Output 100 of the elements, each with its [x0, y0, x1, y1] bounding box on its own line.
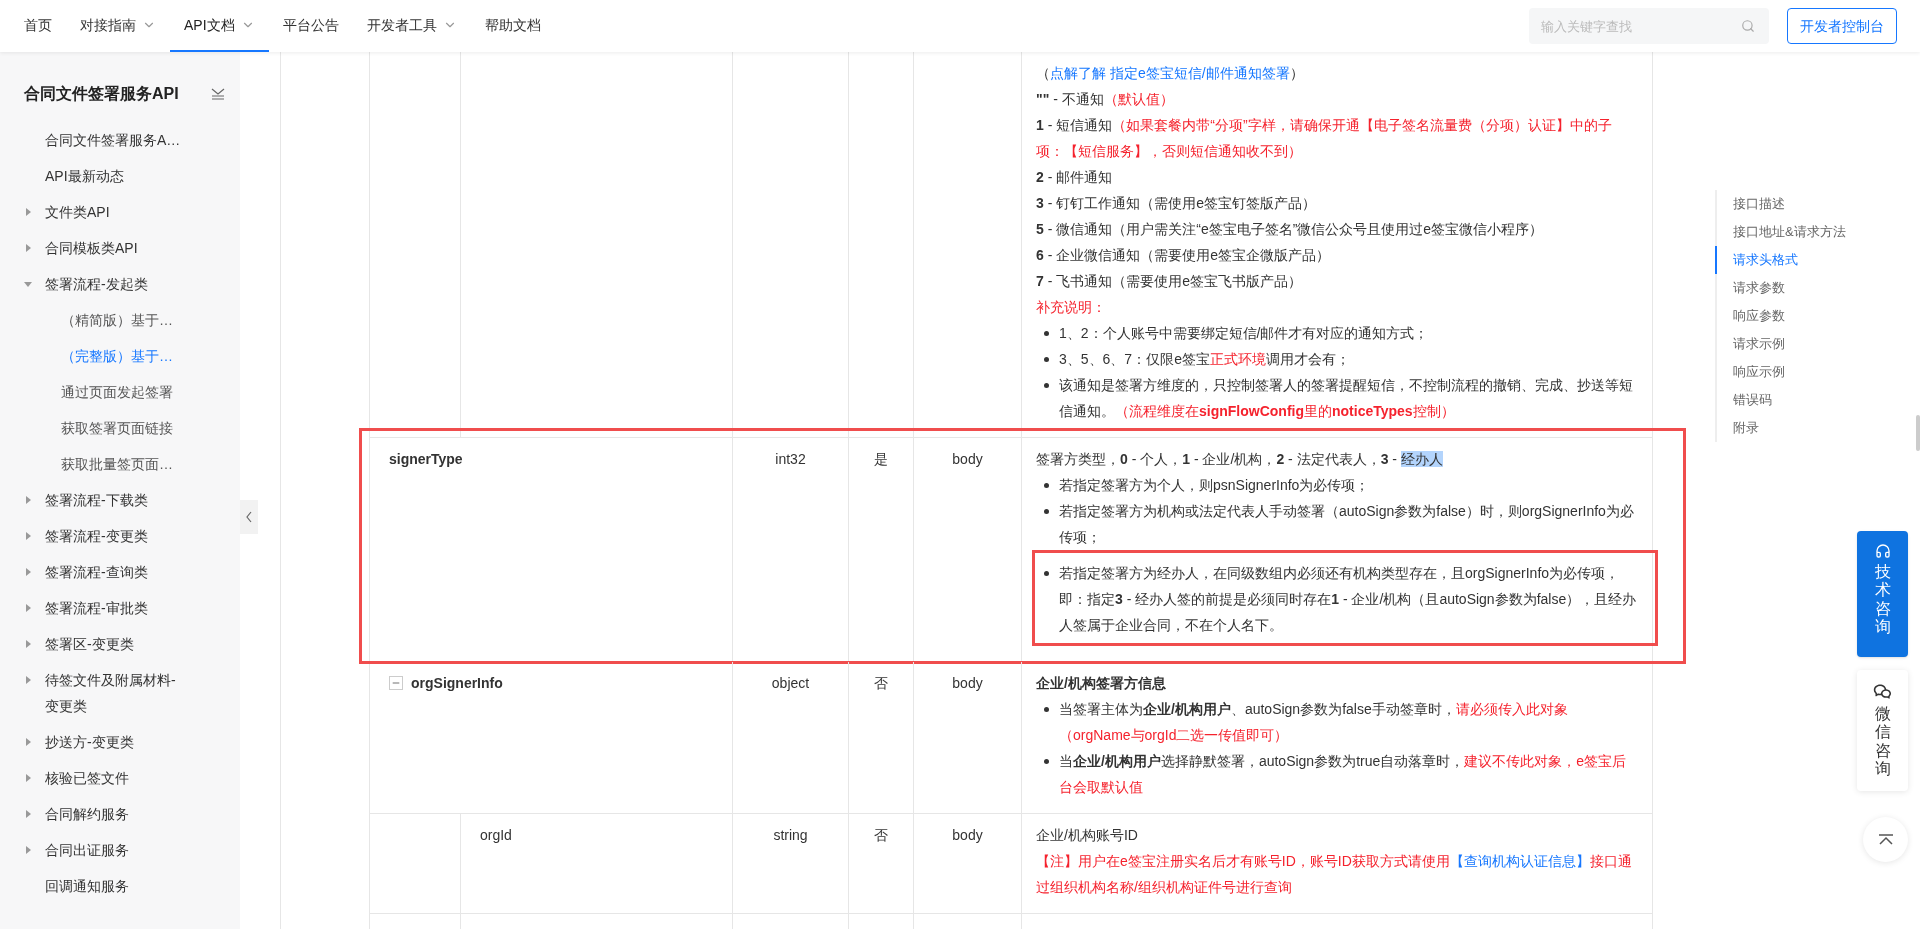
sidebar-item[interactable]: 获取签署页面链接	[61, 415, 173, 441]
bullet-icon	[1044, 331, 1049, 336]
description-text: 企业/机构签署方信息	[1036, 674, 1167, 693]
sidebar-item[interactable]: 待签文件及附属材料-变更类	[45, 667, 185, 719]
toc-link[interactable]: 请求头格式	[1715, 246, 1846, 274]
param-position: body	[952, 827, 983, 843]
toc-link[interactable]: 错误码	[1715, 386, 1846, 414]
nav-tab[interactable]: 帮助文档	[470, 0, 555, 52]
param-type: int32	[775, 451, 806, 467]
param-type: string	[773, 827, 808, 843]
bullet-icon	[1044, 357, 1049, 362]
nav-tab[interactable]: 平台公告	[268, 0, 353, 52]
bullet-icon	[1044, 383, 1049, 388]
param-type: object	[771, 675, 810, 691]
param-name: signerType	[389, 450, 463, 469]
list-item-text: 该通知是签署方维度的，只控制签署人的签署提醒短信，不控制流程的撤销、完成、抄送等短信通知。（流程维度在signFlowConfig里的noticeTypes控制）	[1059, 376, 1634, 421]
list-item-text: 若指定签署方为机构或法定代表人手动签署（autoSign参数为false）时，则orgSignerInfo为必传项；	[1059, 502, 1635, 547]
toc-link[interactable]: 附录	[1715, 414, 1846, 442]
list-item-text: 3、5、6、7：仅限e签宝正式环境调用才会有；	[1059, 350, 1351, 369]
caret-right-icon[interactable]	[24, 640, 32, 648]
toc-link[interactable]: 响应参数	[1715, 302, 1846, 330]
toc-link[interactable]: 请求参数	[1715, 274, 1846, 302]
link[interactable]: 【查询机构认证信息】	[1449, 853, 1590, 869]
bullet-icon	[1044, 759, 1049, 764]
caret-right-icon[interactable]	[24, 846, 32, 854]
back-to-top-button[interactable]	[1863, 817, 1908, 862]
caret-right-icon[interactable]	[24, 774, 32, 782]
search-icon	[1741, 19, 1755, 33]
caret-right-icon[interactable]	[24, 244, 32, 252]
sidebar-item[interactable]: 合同模板类API	[45, 235, 138, 261]
description-text: 5 - 微信通知（用户需关注“e签宝电子签名”微信公众号且使用过e签宝微信小程序）	[1036, 220, 1545, 239]
required-text: 否	[874, 827, 888, 843]
sidebar-item[interactable]: 签署流程-发起类	[45, 271, 148, 297]
description-text: 7 - 飞书通知（需要使用e签宝飞书版产品）	[1036, 272, 1304, 291]
caret-right-icon[interactable]	[24, 604, 32, 612]
toc-link[interactable]: 接口描述	[1715, 190, 1846, 218]
wechat-support-button[interactable]: 微信咨询	[1857, 670, 1908, 791]
sidebar-item[interactable]: （完整版）基于…	[61, 343, 173, 369]
sidebar-item[interactable]: 签署流程-变更类	[45, 523, 148, 549]
param-position: body	[952, 451, 983, 467]
description-text: 【注】用户在e签宝注册实名后才有账号ID，账号ID获取方式请使用【查询机构认证信息】接口通过组织机构名称/组织机构证件号进行查询	[1036, 852, 1633, 897]
description-text: 企业/机构账号ID	[1036, 826, 1139, 845]
sidebar-item[interactable]: 合同文件签署服务A…	[45, 127, 181, 153]
list-item-text: 当签署主体为企业/机构用户、autoSign参数为false手动签章时，请必须传入此对象（orgName与orgId二选一传值即可）	[1059, 700, 1569, 745]
required-text: 是	[874, 451, 888, 467]
description-text: 签署方类型，0 - 个人，1 - 企业/机构，2 - 法定代表人，3 - 经办人	[1036, 450, 1444, 469]
sidebar-item[interactable]: 签署流程-查询类	[45, 559, 148, 585]
tech-support-button[interactable]: 技术咨询	[1857, 531, 1908, 657]
collapse-all-icon[interactable]	[211, 88, 225, 100]
bullet-icon	[1044, 509, 1049, 514]
caret-right-icon[interactable]	[24, 532, 32, 540]
list-item-text: 当企业/机构用户选择静默签署，autoSign参数为true自动落章时，建议不传此对象，e签宝后台会取默认值	[1059, 752, 1628, 797]
console-button[interactable]: 开发者控制台	[1787, 8, 1897, 44]
caret-right-icon[interactable]	[24, 208, 32, 216]
caret-down-icon[interactable]	[24, 280, 32, 288]
toc-link[interactable]: 接口地址&请求方法	[1715, 218, 1846, 246]
bullet-icon	[1044, 571, 1049, 576]
param-name: orgSignerInfo	[411, 674, 503, 693]
toggle-button[interactable]	[389, 676, 403, 690]
caret-right-icon[interactable]	[24, 676, 32, 684]
description-text: 6 - 企业微信通知（需要使用e签宝企微版产品）	[1036, 246, 1332, 265]
sidebar-item[interactable]: 回调通知服务	[45, 873, 129, 899]
list-item-text: 若指定签署方为经办人，在同级数组内必须还有机构类型存在，且orgSignerInfo为必传项，即：指定3 - 经办人签的前提是必须同时存在1 - 企业/机构（且autoSign参数为false），且经办人签属于企业合同，不在个人名下。	[1059, 564, 1638, 635]
description-text: 2 - 邮件通知	[1036, 168, 1114, 187]
sidebar-item[interactable]: 通过页面发起签署	[61, 379, 173, 405]
nav-tab[interactable]: 开发者工具	[352, 0, 471, 52]
caret-right-icon[interactable]	[24, 568, 32, 576]
bullet-icon	[1044, 707, 1049, 712]
caret-right-icon[interactable]	[24, 738, 32, 746]
bullet-icon	[1044, 483, 1049, 488]
toc-link[interactable]: 请求示例	[1715, 330, 1846, 358]
sidebar-item[interactable]: 抄送方-变更类	[45, 729, 134, 755]
sidebar-item[interactable]: 获取批量签页面…	[61, 451, 173, 477]
description-text: 1 - 短信通知（如果套餐内带“分项”字样，请确保开通【电子签名流量费（分项）认证】中的子项：【短信服务】，否则短信通知收不到）	[1036, 116, 1613, 161]
sidebar-item[interactable]: 合同出证服务	[45, 837, 129, 863]
scrollbar-thumb[interactable]	[1916, 415, 1920, 451]
caret-right-icon[interactable]	[24, 810, 32, 818]
caret-right-icon[interactable]	[24, 496, 32, 504]
sidebar-item[interactable]: （精简版）基于…	[61, 307, 173, 333]
description-text: 补充说明：	[1036, 298, 1107, 317]
sidebar-item[interactable]: API最新动态	[45, 163, 124, 189]
param-position: body	[952, 675, 983, 691]
sidebar-item[interactable]: 合同解约服务	[45, 801, 129, 827]
headset-icon	[1874, 543, 1891, 559]
description-text: （点解了解 指定e签宝短信/邮件通知签署）	[1036, 64, 1305, 83]
sidebar-item[interactable]: 签署区-变更类	[45, 631, 134, 657]
nav-tab[interactable]: 对接指南	[66, 0, 170, 52]
arrow-up-icon	[1877, 833, 1894, 846]
sidebar-item[interactable]: 签署流程-审批类	[45, 595, 148, 621]
description-text: 3 - 钉钉工作通知（需使用e签宝钉签版产品）	[1036, 194, 1318, 213]
description-text: "" - 不通知（默认值）	[1036, 90, 1175, 109]
sidebar-item[interactable]: 文件类API	[45, 199, 110, 225]
list-item-text: 1、2：个人账号中需要绑定短信/邮件才有对应的通知方式；	[1059, 324, 1430, 343]
toc-link[interactable]: 响应示例	[1715, 358, 1846, 386]
nav-tab[interactable]: 首页	[10, 0, 66, 52]
link[interactable]: 点解了解 指定e签宝短信/邮件通知签署	[1050, 65, 1290, 81]
sidebar-item[interactable]: 核验已签文件	[45, 765, 129, 791]
sidebar-item[interactable]: 签署流程-下载类	[45, 487, 148, 513]
collapse-sidebar-button[interactable]	[240, 500, 258, 534]
list-item-text: 若指定签署方为个人，则psnSignerInfo为必传项；	[1059, 476, 1371, 495]
